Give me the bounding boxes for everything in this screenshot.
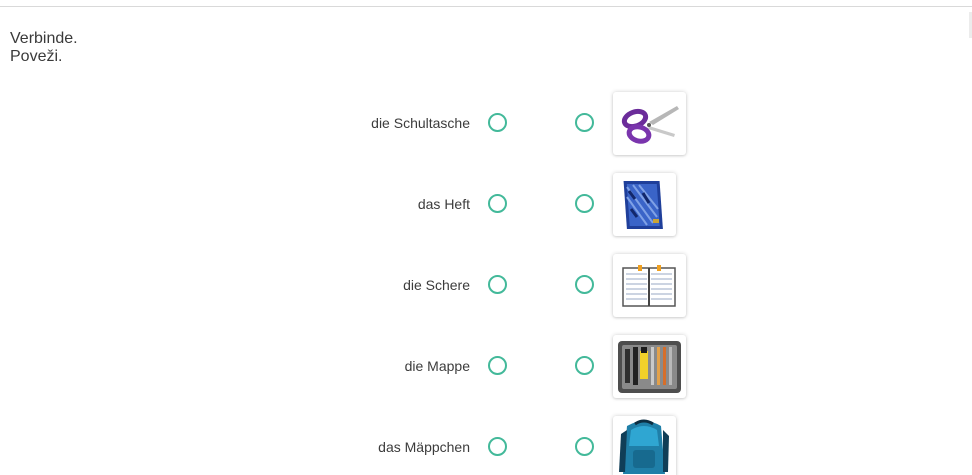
exercise-page: Verbinde. Poveži. die Schultasche das He…	[0, 0, 972, 475]
word-label: die Schultasche	[371, 115, 470, 131]
right-connector[interactable]	[575, 356, 594, 375]
image-tile[interactable]	[613, 416, 676, 475]
notebook-icon	[623, 181, 663, 229]
match-row: die Mappe	[0, 335, 972, 405]
right-connector[interactable]	[575, 275, 594, 294]
pencil-case-icon	[618, 341, 681, 393]
matching-exercise: die Schultasche das Heft die Schere die …	[0, 0, 972, 475]
match-row: das Heft	[0, 173, 972, 243]
backpack-icon	[619, 419, 669, 474]
image-tile[interactable]	[613, 335, 686, 398]
left-connector[interactable]	[488, 113, 507, 132]
word-label: das Heft	[417, 196, 470, 212]
match-row: die Schere	[0, 254, 972, 324]
right-connector[interactable]	[575, 194, 594, 213]
left-connector[interactable]	[488, 275, 507, 294]
left-connector[interactable]	[488, 437, 507, 456]
word-label: das Mäppchen	[378, 439, 470, 455]
image-tile[interactable]	[613, 254, 686, 317]
match-row: die Schultasche	[0, 92, 972, 162]
left-connector[interactable]	[488, 356, 507, 375]
image-tile[interactable]	[613, 173, 676, 236]
scissors-icon	[621, 106, 679, 144]
word-label: die Mappe	[404, 358, 470, 374]
right-connector[interactable]	[575, 437, 594, 456]
left-connector[interactable]	[488, 194, 507, 213]
right-connector[interactable]	[575, 113, 594, 132]
word-label: die Schere	[403, 277, 470, 293]
image-tile[interactable]	[613, 92, 686, 155]
ring-binder-icon	[622, 265, 676, 307]
match-row: das Mäppchen	[0, 416, 972, 475]
